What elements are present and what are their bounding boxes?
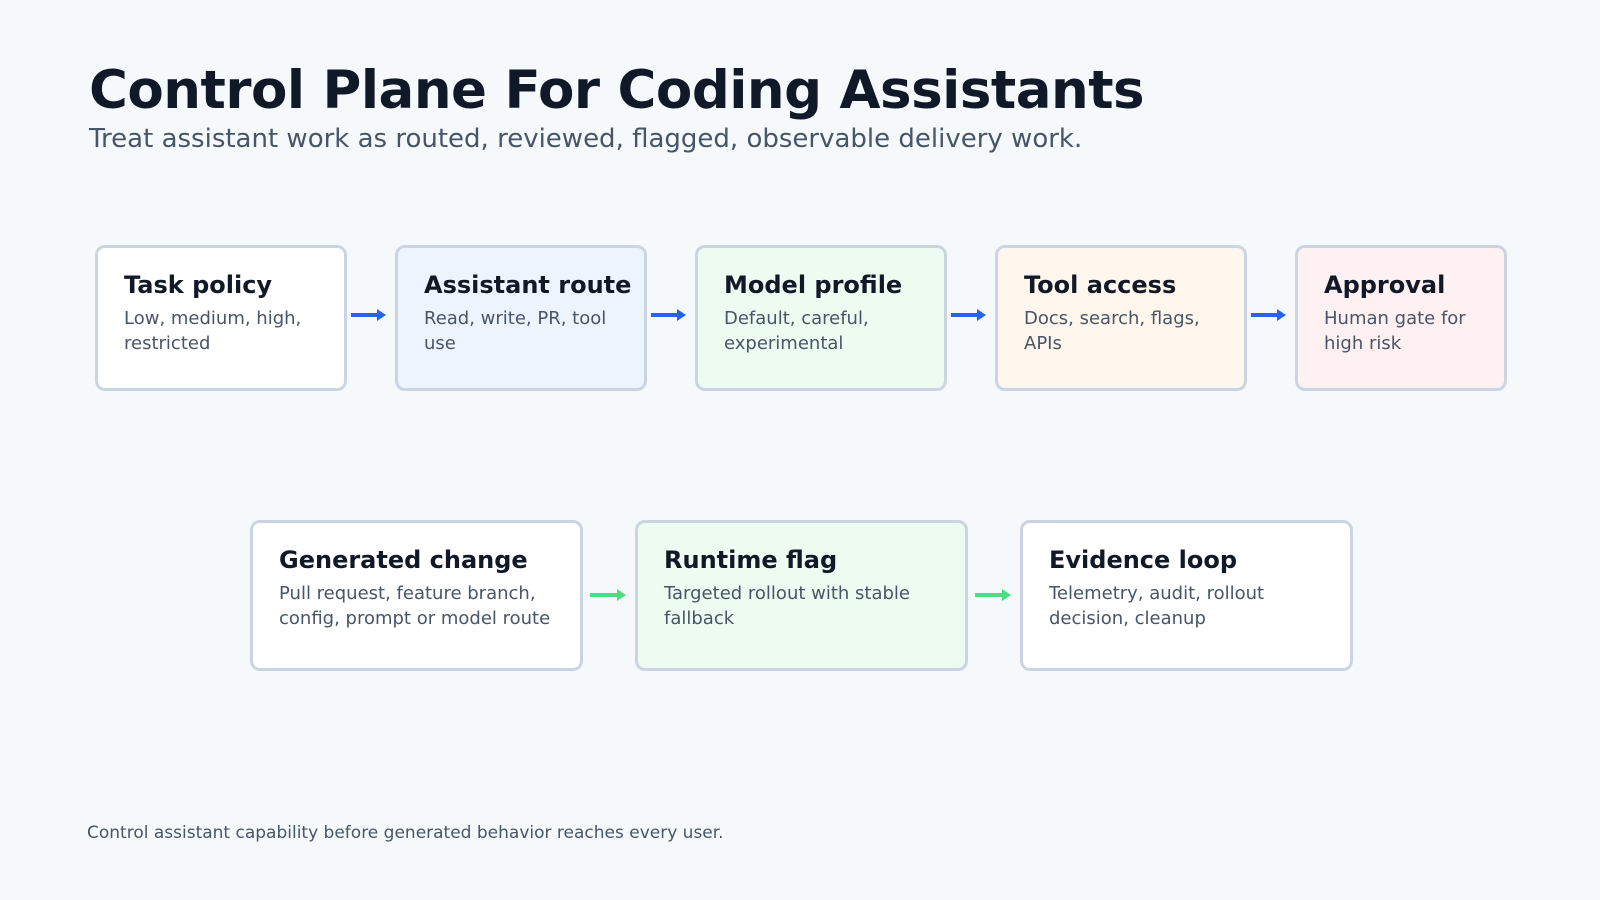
page-title: Control Plane For Coding Assistants: [89, 60, 1145, 121]
card-title: Task policy: [124, 271, 273, 299]
flow-arrow: [651, 309, 686, 321]
card-approval: Approval Human gate for high risk: [1295, 245, 1507, 391]
card-description: Human gate for high risk: [1324, 308, 1466, 354]
page-subtitle: Treat assistant work as routed, reviewed…: [89, 124, 1083, 154]
card-evidence-loop: Evidence loop Telemetry, audit, rollout …: [1020, 520, 1353, 671]
card-description: Targeted rollout with stable fallback: [664, 583, 911, 629]
card-title: Evidence loop: [1049, 546, 1238, 574]
card-title: Model profile: [724, 271, 903, 299]
card-title: Assistant route: [424, 271, 632, 299]
flow-arrow: [351, 309, 386, 321]
card-model-profile: Model profile Default, careful, experime…: [695, 245, 947, 391]
card-description: Pull request, feature branch, config, pr…: [279, 583, 551, 629]
card-tool-access: Tool access Docs, search, flags, APIs: [995, 245, 1247, 391]
card-title: Tool access: [1024, 271, 1177, 299]
flow-arrow: [1251, 309, 1286, 321]
card-description: Read, write, PR, tool use: [424, 308, 607, 354]
card-runtime-flag: Runtime flag Targeted rollout with stabl…: [635, 520, 968, 671]
card-task-policy: Task policy Low, medium, high, restricte…: [95, 245, 347, 391]
card-title: Approval: [1324, 271, 1446, 299]
card-description: Docs, search, flags, APIs: [1024, 308, 1200, 354]
card-title: Runtime flag: [664, 546, 838, 574]
card-description: Default, careful, experimental: [724, 308, 869, 354]
flow-arrow: [951, 309, 986, 321]
flow-arrow: [975, 589, 1011, 601]
card-description: Telemetry, audit, rollout decision, clea…: [1049, 583, 1265, 629]
card-assistant-route: Assistant route Read, write, PR, tool us…: [395, 245, 647, 391]
card-generated-change: Generated change Pull request, feature b…: [250, 520, 583, 671]
flow-arrow: [590, 589, 626, 601]
card-title: Generated change: [279, 546, 528, 574]
card-description: Low, medium, high, restricted: [124, 308, 302, 354]
footer-note: Control assistant capability before gene…: [87, 823, 724, 843]
